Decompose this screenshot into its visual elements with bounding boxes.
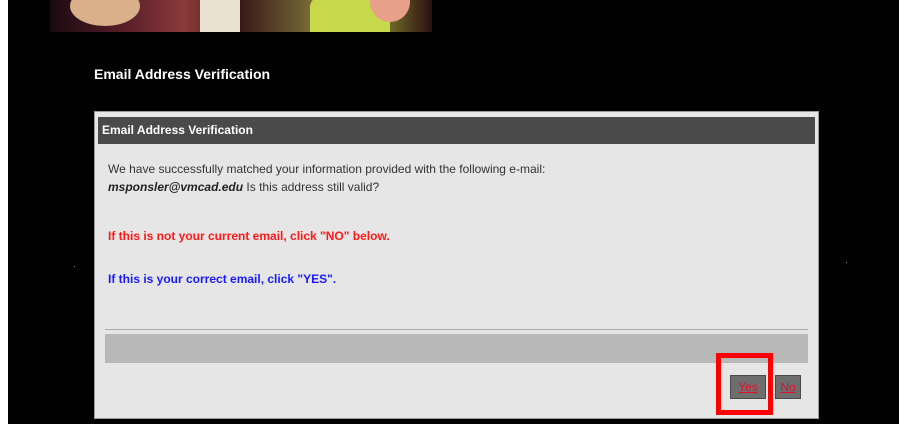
dialog-title: Email Address Verification [98, 117, 815, 144]
question-text: Is this address still valid? [243, 180, 380, 194]
no-button[interactable]: No [775, 375, 801, 399]
warning-message: If this is not your current email, click… [108, 229, 390, 243]
banner-figure [200, 0, 240, 32]
yes-button[interactable]: Yes [730, 375, 766, 399]
dialog-footer-bar [105, 334, 808, 363]
banner-figure [70, 0, 140, 26]
intro-text: We have successfully matched your inform… [108, 162, 546, 176]
email-address: msponsler@vmcad.edu [108, 180, 244, 194]
page-title: Email Address Verification [94, 66, 271, 82]
decorative-dot [846, 262, 847, 263]
email-verification-dialog: Email Address Verification We have succe… [94, 111, 819, 419]
decorative-dot [74, 266, 75, 267]
hero-banner-image [50, 0, 432, 32]
divider [105, 329, 808, 330]
confirm-message: If this is your correct email, click "YE… [108, 272, 337, 286]
verification-message: We have successfully matched your inform… [108, 160, 808, 196]
